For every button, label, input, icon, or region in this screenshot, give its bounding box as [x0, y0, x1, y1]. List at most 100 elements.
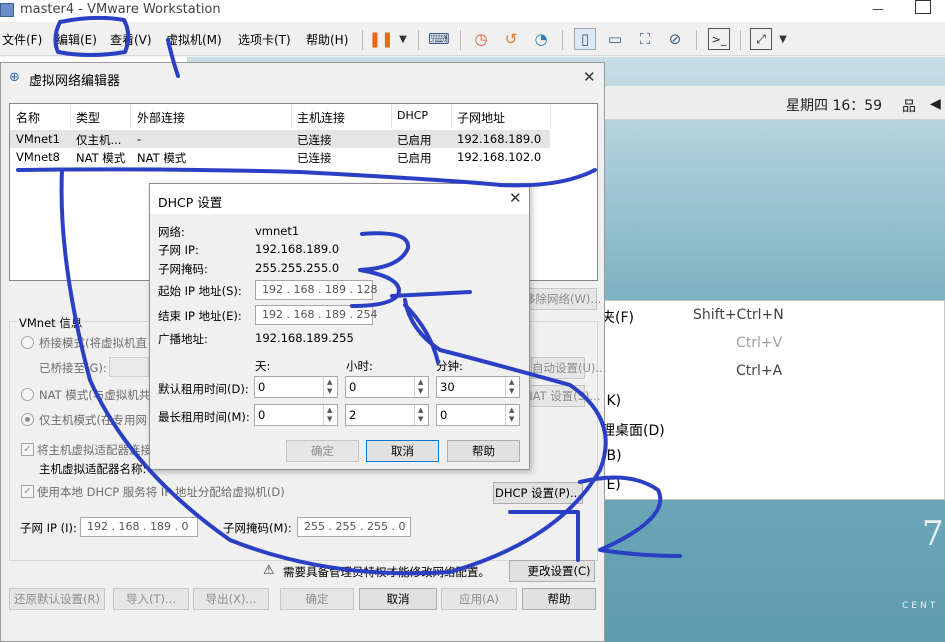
- nat-radio[interactable]: [21, 388, 34, 401]
- close-icon[interactable]: ✕: [583, 68, 596, 86]
- chevron-down-icon[interactable]: ▼: [509, 387, 514, 395]
- pause-icon[interactable]: ❚❚: [368, 28, 393, 50]
- auto-settings-button[interactable]: 自动设置(U)...: [531, 357, 606, 379]
- stepper-arrows[interactable]: ▲ ▼: [414, 405, 428, 425]
- cell-subnet: 192.168.189.0: [457, 132, 542, 146]
- import-button[interactable]: 导入(T)...: [113, 588, 189, 610]
- thumbnail-view-icon[interactable]: ▭: [604, 28, 626, 50]
- dhcp-settings-button[interactable]: DHCP 设置(P)...: [493, 482, 583, 504]
- subnet-ip-value: 192.168.189.0: [255, 242, 340, 256]
- chevron-up-icon[interactable]: ▲: [509, 378, 514, 386]
- column-header-external[interactable]: 外部连接: [137, 109, 185, 126]
- change-settings-button[interactable]: 更改设置(C): [509, 560, 595, 582]
- close-icon[interactable]: ✕: [509, 189, 522, 207]
- snapshot-manager-icon[interactable]: ◔: [530, 28, 552, 50]
- bridged-radio[interactable]: [21, 336, 34, 349]
- stepper-arrows[interactable]: ▲ ▼: [323, 405, 337, 425]
- apply-button[interactable]: 应用(A): [441, 588, 517, 610]
- max-lease-minutes-stepper[interactable]: 0 ▲ ▼: [436, 404, 520, 426]
- column-header-host[interactable]: 主机连接: [297, 109, 345, 126]
- fullscreen-icon[interactable]: ⛶: [634, 28, 656, 50]
- ok-button[interactable]: 确定: [280, 588, 354, 610]
- cell-type: 仅主机...: [76, 133, 122, 147]
- start-ip-input[interactable]: 192 . 168 . 189 . 128: [255, 280, 377, 300]
- cancel-button[interactable]: 取消: [359, 588, 437, 610]
- subnet-mask-input[interactable]: 255 . 255 . 255 . 0: [297, 517, 411, 537]
- chevron-down-icon[interactable]: ▼: [327, 415, 332, 423]
- minimize-icon[interactable]: —: [870, 2, 886, 16]
- maximize-icon[interactable]: [915, 0, 931, 14]
- remove-network-button[interactable]: 移除网络(W)...: [523, 288, 601, 310]
- chevron-down-icon[interactable]: ▼: [772, 28, 794, 50]
- console-icon[interactable]: >_: [708, 28, 730, 50]
- stepper-arrows[interactable]: ▲ ▼: [505, 405, 519, 425]
- column-divider: [291, 104, 292, 128]
- column-header-dhcp[interactable]: DHCP: [397, 109, 428, 122]
- end-ip-input[interactable]: 192 . 168 . 189 . 254: [255, 305, 377, 325]
- dhcp-ok-button[interactable]: 确定: [286, 440, 359, 462]
- column-header-name[interactable]: 名称: [16, 109, 40, 126]
- centos-logo: 7: [922, 514, 944, 554]
- dhcp-help-button[interactable]: 帮助: [447, 440, 520, 462]
- context-menu-item[interactable]: 夹(F): [601, 307, 634, 327]
- restore-defaults-button[interactable]: 还原默认设置(R): [9, 588, 105, 610]
- stretch-icon[interactable]: ⤢: [750, 28, 772, 50]
- max-lease-hours-stepper[interactable]: 2 ▲ ▼: [345, 404, 429, 426]
- chevron-down-icon[interactable]: ▼: [509, 415, 514, 423]
- volume-icon[interactable]: ◀: [930, 96, 941, 112]
- column-divider: [130, 104, 131, 128]
- menu-vm[interactable]: 虚拟机(M): [166, 31, 222, 48]
- chevron-up-icon[interactable]: ▲: [327, 406, 332, 414]
- column-divider: [70, 104, 71, 128]
- send-keys-icon[interactable]: ⌨: [428, 28, 450, 50]
- context-menu-item[interactable]: 理桌面(D): [601, 420, 665, 440]
- default-lease-days-stepper[interactable]: 0 ▲ ▼: [254, 376, 338, 398]
- export-button[interactable]: 导出(X)...: [193, 588, 269, 610]
- column-header-subnet[interactable]: 子网地址: [457, 109, 505, 126]
- default-lease-minutes-stepper[interactable]: 30 ▲ ▼: [436, 376, 520, 398]
- chevron-up-icon[interactable]: ▲: [327, 378, 332, 386]
- bridged-to-select[interactable]: [109, 357, 149, 377]
- menu-edit[interactable]: 编辑(E): [56, 31, 97, 48]
- context-menu-shortcut: Shift+Ctrl+N: [693, 307, 784, 323]
- stepper-arrows[interactable]: ▲ ▼: [323, 377, 337, 397]
- context-menu-shortcut: Ctrl+A: [736, 363, 783, 379]
- library-view-icon[interactable]: ▯: [574, 28, 596, 50]
- help-button[interactable]: 帮助: [522, 588, 596, 610]
- table-row[interactable]: VMnet1 仅主机... - 已连接 已启用 192.168.189.0: [10, 130, 550, 148]
- network-icon[interactable]: 品: [902, 96, 916, 116]
- revert-snapshot-icon[interactable]: ↺: [500, 28, 522, 50]
- default-lease-hours-stepper[interactable]: 0 ▲ ▼: [345, 376, 429, 398]
- stepper-value: 0: [349, 380, 357, 394]
- menu-file[interactable]: 文件(F): [2, 31, 42, 48]
- use-dhcp-label: 使用本地 DHCP 服务将 IP 地址分配给虚拟机(D): [37, 485, 285, 499]
- menu-view[interactable]: 查看(V): [110, 31, 152, 48]
- snapshot-icon[interactable]: ◷: [470, 28, 492, 50]
- max-lease-days-stepper[interactable]: 0 ▲ ▼: [254, 404, 338, 426]
- column-header-type[interactable]: 类型: [76, 109, 100, 126]
- chevron-down-icon[interactable]: ▼: [418, 387, 423, 395]
- chevron-down-icon[interactable]: ▼: [327, 387, 332, 395]
- subnet-mask-label: 子网掩码:: [158, 262, 208, 276]
- chevron-up-icon[interactable]: ▲: [509, 406, 514, 414]
- chevron-up-icon[interactable]: ▲: [418, 378, 423, 386]
- nat-settings-button[interactable]: NAT 设置(S)...: [523, 385, 601, 407]
- chevron-down-icon[interactable]: ▼: [418, 415, 423, 423]
- stepper-arrows[interactable]: ▲ ▼: [414, 377, 428, 397]
- stepper-arrows[interactable]: ▲ ▼: [505, 377, 519, 397]
- menu-tabs[interactable]: 选项卡(T): [238, 31, 291, 48]
- title-bar: master4 - VMware Workstation —: [0, 0, 945, 22]
- use-dhcp-checkbox[interactable]: ✓: [21, 485, 34, 498]
- dialog-title-bar: DHCP 设置 ✕: [150, 184, 529, 214]
- subnet-ip-input[interactable]: 192 . 168 . 189 . 0: [80, 517, 198, 537]
- guest-brand-text: CENT: [902, 601, 939, 611]
- unity-icon[interactable]: ⊘: [664, 28, 686, 50]
- table-row[interactable]: VMnet8 NAT 模式 NAT 模式 已连接 已启用 192.168.102…: [10, 148, 550, 166]
- max-lease-label: 最长租用时间(M):: [158, 410, 250, 424]
- host-only-radio[interactable]: [21, 413, 34, 426]
- connect-adapter-checkbox[interactable]: ✓: [21, 443, 34, 456]
- chevron-up-icon[interactable]: ▲: [418, 406, 423, 414]
- chevron-down-icon[interactable]: ▼: [392, 28, 414, 50]
- dhcp-cancel-button[interactable]: 取消: [366, 440, 439, 462]
- menu-help[interactable]: 帮助(H): [306, 31, 348, 48]
